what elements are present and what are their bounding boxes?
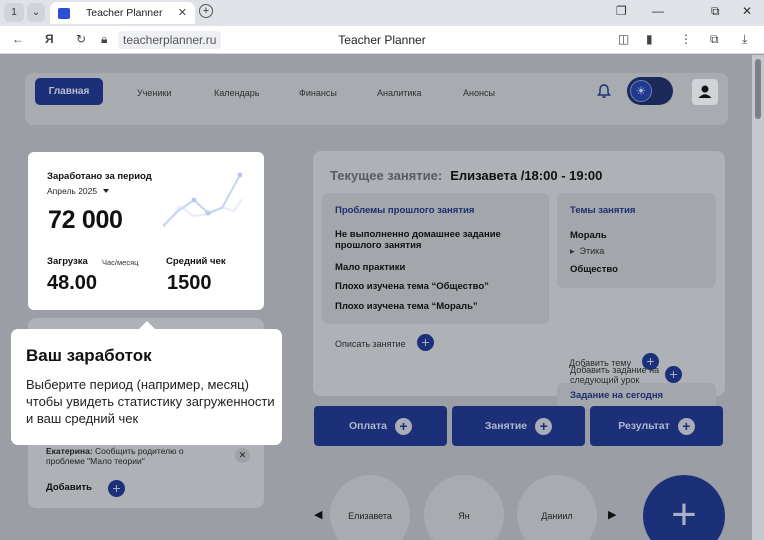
window-close-icon[interactable]: ✕: [742, 4, 752, 18]
lesson-button[interactable]: Занятие +: [452, 406, 585, 446]
problem-item: Не выполненно домашнее задание прошлого …: [335, 229, 501, 251]
nav-analytics[interactable]: Аналитика: [377, 88, 422, 98]
student-bubble[interactable]: Елизавета: [330, 475, 410, 540]
top-navigation: Главная Ученики Календарь Финансы Аналит…: [25, 73, 728, 125]
earnings-card: Заработано за период Апрель 2025 72 000 …: [28, 152, 264, 310]
share-icon[interactable]: ⧉: [710, 32, 719, 47]
site-info-icon[interactable]: ◫: [618, 32, 629, 46]
describe-lesson-plus-button[interactable]: +: [417, 334, 434, 351]
period-selector[interactable]: Апрель 2025: [47, 186, 110, 196]
today-task-title: Задание на сегодня: [570, 390, 664, 401]
caret-down-icon: [103, 189, 110, 193]
describe-lesson-label: Описать занятие: [335, 339, 406, 349]
load-unit: Час/месяц: [102, 258, 139, 267]
nav-announcements[interactable]: Анонсы: [463, 88, 495, 98]
new-tab-plus-icon[interactable]: +: [199, 4, 213, 18]
current-lesson-heading: Текущее занятие: Елизавета /18:00 - 19:00: [330, 168, 603, 183]
current-lesson-card: Текущее занятие: Елизавета /18:00 - 19:00…: [313, 151, 725, 409]
student-bubble[interactable]: Ян: [424, 475, 504, 540]
carousel-prev-icon[interactable]: ◀: [314, 508, 322, 521]
scrollbar-thumb[interactable]: [755, 59, 761, 119]
carousel-next-icon[interactable]: ▶: [608, 508, 616, 521]
back-arrow-icon[interactable]: ←: [12, 32, 24, 46]
payment-button[interactable]: Оплата +: [314, 406, 447, 446]
problem-item: Плохо изучена тема “Общество”: [335, 281, 489, 292]
minimize-icon[interactable]: —: [652, 4, 664, 18]
topic-item: Мораль: [570, 230, 607, 241]
nav-finance[interactable]: Финансы: [299, 88, 337, 98]
bookmark-icon[interactable]: ▮: [646, 32, 653, 46]
onboarding-tooltip: Ваш заработок Выберите период (например,…: [11, 321, 282, 445]
tab-title: Teacher Planner: [86, 7, 163, 19]
browser-tab[interactable]: Teacher Planner ✕: [50, 2, 195, 24]
earnings-title: Заработано за период: [47, 171, 152, 182]
nav-calendar[interactable]: Календарь: [214, 88, 259, 98]
topic-subitem[interactable]: ▸ Этика: [570, 246, 604, 256]
sparkline-point: [191, 197, 197, 203]
browser-tab-bar: 1 ⌄ Teacher Planner ✕ + ❐ — ⧉ ✕: [0, 0, 764, 26]
user-profile-button[interactable]: [692, 79, 718, 105]
tab-list-chevron-icon[interactable]: ⌄: [27, 3, 45, 22]
tab-close-icon[interactable]: ✕: [178, 6, 187, 19]
lock-icon[interactable]: 🔒︎: [101, 32, 107, 47]
menu-dots-icon[interactable]: ⋮: [680, 32, 692, 46]
lesson-topics-panel: Темы занятия Мораль ▸ Этика Общество: [557, 193, 716, 288]
url-field[interactable]: teacherplanner.ru: [118, 31, 222, 49]
chevron-right-icon: ▸: [570, 246, 575, 256]
load-value: 48.00: [47, 272, 98, 294]
collections-icon[interactable]: ❐: [616, 4, 627, 18]
tooltip-text: Выберите период (например, месяц) чтобы …: [26, 377, 275, 426]
address-bar: ← Я ↻ 🔒︎ teacherplanner.ru Teacher Plann…: [0, 26, 764, 54]
bell-icon[interactable]: [596, 83, 612, 99]
site-favicon-icon: [58, 7, 70, 19]
add-student-fab[interactable]: +: [643, 475, 725, 540]
page-scrollbar[interactable]: [752, 55, 764, 540]
topics-title: Темы занятия: [570, 205, 636, 216]
problem-item: Плохо изучена тема “Мораль”: [335, 301, 478, 312]
nav-home-button[interactable]: Главная: [35, 78, 103, 105]
note-item: Екатерина: Сообщить родителю о проблеме …: [46, 446, 184, 466]
add-task-plus-button[interactable]: +: [665, 366, 682, 383]
sparkline-point: [205, 210, 211, 216]
student-bubble[interactable]: Даниил: [517, 475, 597, 540]
problem-item: Мало практики: [335, 262, 406, 273]
tooltip-title: Ваш заработок: [26, 346, 152, 365]
add-note-label: Добавить: [46, 482, 93, 493]
note-close-icon[interactable]: ✕: [235, 448, 250, 463]
nav-students[interactable]: Ученики: [137, 88, 171, 98]
load-label: Загрузка: [47, 256, 88, 267]
result-button[interactable]: Результат +: [590, 406, 723, 446]
tab-counter-button[interactable]: 1: [4, 3, 24, 22]
user-icon: [698, 85, 712, 98]
restore-icon[interactable]: ⧉: [711, 4, 720, 19]
current-lesson-value: Елизавета /18:00 - 19:00: [450, 168, 603, 183]
plus-icon: +: [395, 417, 412, 435]
sun-icon: ☀: [630, 80, 652, 102]
browser-logo-icon[interactable]: Я: [45, 32, 54, 46]
avg-check-label: Средний чек: [166, 256, 226, 267]
plus-icon: +: [677, 417, 695, 435]
download-icon[interactable]: ⤓: [742, 32, 747, 47]
avg-check-value: 1500: [167, 272, 212, 294]
add-task-label: Добавить задание на следующий урок: [570, 365, 660, 385]
earnings-value: 72 000: [48, 206, 123, 234]
problems-title: Проблемы прошлого занятия: [335, 205, 475, 216]
theme-toggle[interactable]: ☀: [627, 77, 673, 105]
plus-icon: +: [535, 417, 553, 435]
reload-icon[interactable]: ↻: [76, 32, 86, 46]
add-note-plus-button[interactable]: +: [108, 480, 125, 497]
earnings-trend-sparkline: [162, 172, 242, 228]
topic-item: Общество: [570, 264, 618, 275]
past-problems-panel: Проблемы прошлого занятия Не выполненно …: [322, 193, 549, 324]
